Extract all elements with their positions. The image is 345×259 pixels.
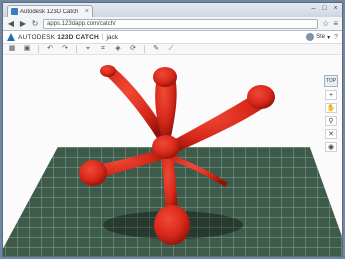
- search-icon[interactable]: ⚲: [325, 116, 337, 126]
- toolbar-divider: [38, 45, 39, 53]
- arm-right-thin: [171, 155, 228, 187]
- star-icon[interactable]: ☆: [322, 19, 329, 28]
- autodesk-logo-icon: [7, 33, 15, 41]
- arm-down-tip: [154, 205, 190, 245]
- header-separator: |: [101, 34, 104, 40]
- fit-icon[interactable]: ✕: [325, 129, 337, 139]
- select-icon[interactable]: ⌖: [84, 44, 92, 54]
- view-cube[interactable]: TOP: [324, 75, 338, 87]
- measure-icon[interactable]: ⟋: [167, 44, 175, 54]
- url-text: apps.123dapp.com/catch/: [47, 20, 116, 27]
- center-knot: [152, 135, 180, 159]
- eye-icon[interactable]: ◉: [325, 142, 337, 152]
- grid-icon[interactable]: ▦: [8, 44, 16, 54]
- pan-icon[interactable]: ✋: [325, 103, 337, 113]
- url-input[interactable]: apps.123dapp.com/catch/: [43, 18, 319, 29]
- favicon-icon: [11, 8, 18, 15]
- brand-name: AUTODESK 123D CATCH: [18, 33, 99, 41]
- jack-shape: [79, 65, 275, 245]
- minimize-button[interactable]: –: [310, 5, 317, 12]
- toolbar-divider: [76, 45, 77, 53]
- tab-close-icon[interactable]: ×: [85, 8, 89, 15]
- browser-window: Autodesk 123D Catch × – □ × ◀ ▶ ↻ apps.1…: [2, 2, 343, 257]
- user-menu[interactable]: Ste ▾: [306, 33, 330, 41]
- menu-icon[interactable]: ≡: [333, 19, 338, 28]
- crop-icon[interactable]: ⌗: [99, 44, 107, 54]
- document-title[interactable]: jack: [106, 34, 118, 41]
- toolbar-divider: [144, 45, 145, 53]
- tab-title: Autodesk 123D Catch: [20, 8, 79, 15]
- refresh-icon[interactable]: ⟳: [129, 44, 137, 54]
- user-name: Ste: [316, 34, 326, 40]
- redo-icon[interactable]: ↷: [61, 44, 69, 54]
- close-window-button[interactable]: ×: [332, 5, 339, 12]
- zoom-icon[interactable]: +: [325, 90, 337, 100]
- reload-icon[interactable]: ↻: [31, 19, 39, 28]
- avatar: [306, 33, 315, 41]
- arm-upper-left-tip: [100, 65, 116, 77]
- arm-top-tip: [153, 67, 177, 87]
- tab-strip: Autodesk 123D Catch × – □ ×: [3, 3, 342, 17]
- window-controls: – □ ×: [310, 5, 339, 12]
- maximize-button[interactable]: □: [321, 5, 328, 12]
- share-icon[interactable]: ✎: [152, 44, 160, 54]
- back-icon[interactable]: ◀: [7, 19, 15, 28]
- save-icon[interactable]: ▣: [23, 44, 31, 54]
- forward-icon[interactable]: ▶: [19, 19, 27, 28]
- arm-lower-left-tip: [79, 160, 107, 186]
- help-button[interactable]: ?: [334, 34, 338, 41]
- jack-model[interactable]: [3, 55, 342, 257]
- app-header: AUTODESK 123D CATCH | jack Ste ▾ ?: [3, 31, 342, 44]
- 3d-viewport[interactable]: TOP + ✋ ⚲ ✕ ◉: [3, 55, 342, 257]
- undo-icon[interactable]: ↶: [46, 44, 54, 54]
- layers-icon[interactable]: ◈: [114, 44, 122, 54]
- arm-right-tip: [247, 85, 275, 109]
- navigation-rail: TOP + ✋ ⚲ ✕ ◉: [324, 75, 338, 152]
- browser-tab[interactable]: Autodesk 123D Catch ×: [7, 5, 93, 17]
- toolbar: ▦ ▣ ↶ ↷ ⌖ ⌗ ◈ ⟳ ✎ ⟋: [3, 44, 342, 55]
- chevron-down-icon: ▾: [327, 34, 331, 41]
- address-bar: ◀ ▶ ↻ apps.123dapp.com/catch/ ☆ ≡: [3, 17, 342, 31]
